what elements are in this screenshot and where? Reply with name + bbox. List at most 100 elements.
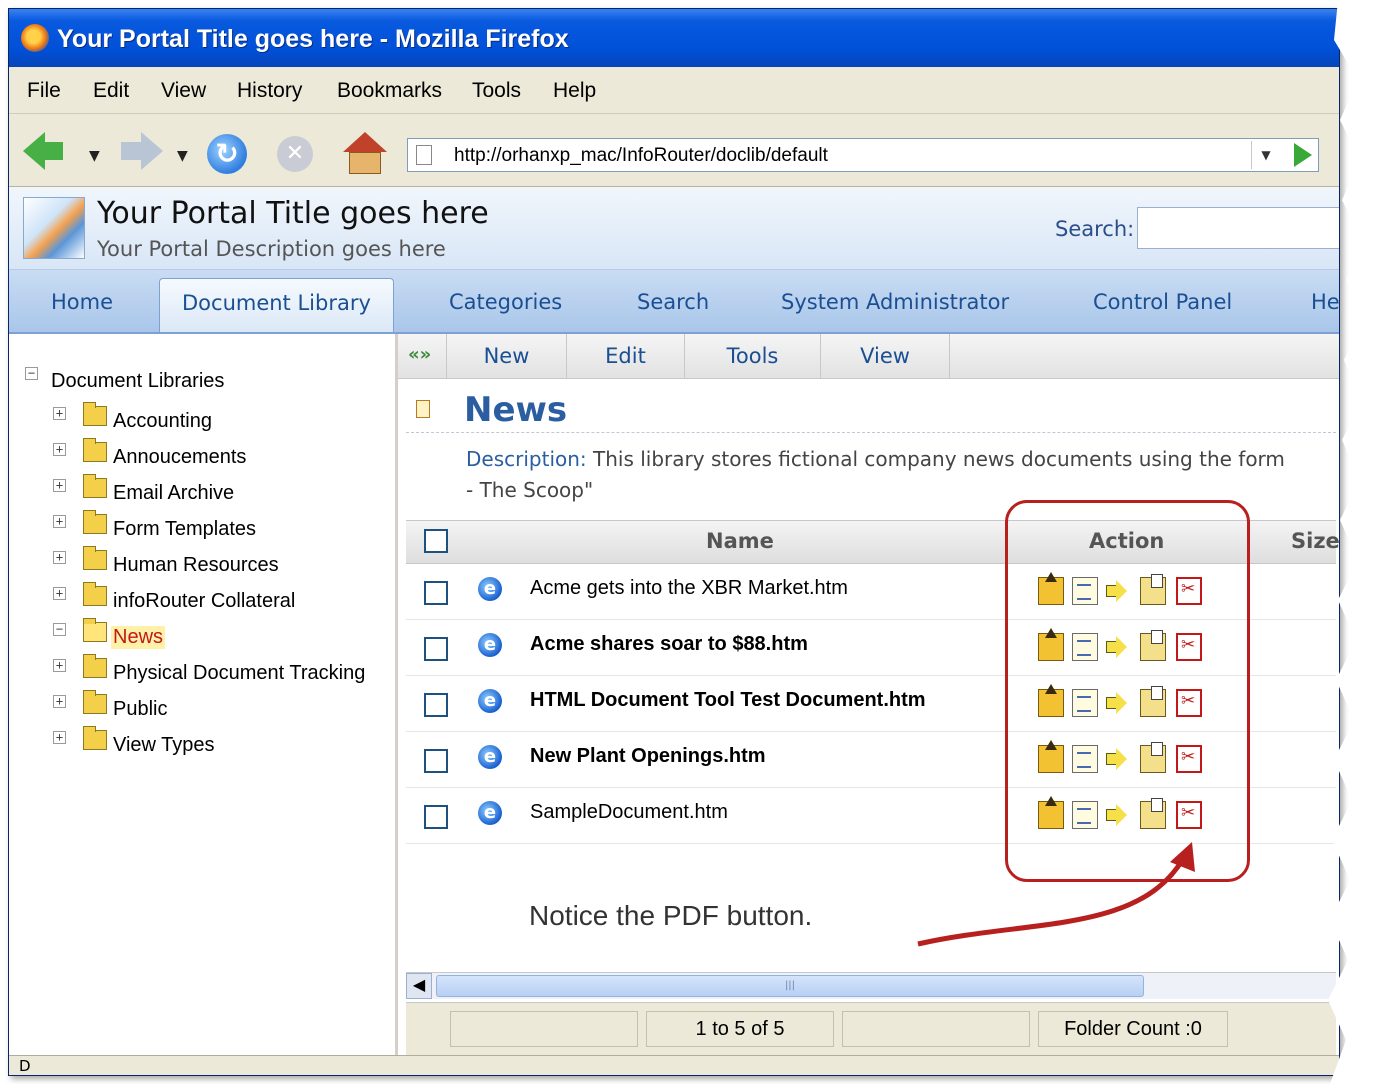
- navigation-toolbar: ▼ ▼ ↻ ✕ http://orhanxp_mac/InfoRouter/do…: [9, 114, 1339, 187]
- reload-icon[interactable]: ↻: [207, 134, 247, 174]
- status-text: D: [19, 1057, 31, 1075]
- annotation-note: Notice the PDF button.: [529, 900, 813, 931]
- go-icon[interactable]: [1294, 143, 1312, 167]
- menu-view[interactable]: View: [161, 79, 206, 103]
- file-name[interactable]: New Plant Openings.htm: [530, 745, 766, 768]
- tree-item-human-resources[interactable]: Human Resources: [113, 554, 279, 577]
- tab-home[interactable]: Home: [51, 290, 113, 314]
- browser-window: Your Portal Title goes here - Mozilla Fi…: [8, 8, 1340, 1076]
- expand-icon[interactable]: +: [53, 695, 66, 708]
- column-name[interactable]: Name: [706, 529, 774, 553]
- tree-item-view-types[interactable]: View Types: [113, 734, 215, 757]
- tree-item-form-templates[interactable]: Form Templates: [113, 518, 256, 541]
- folder-icon: [83, 402, 107, 426]
- tree-item-email-archive[interactable]: Email Archive: [113, 482, 234, 505]
- expand-icon[interactable]: +: [53, 515, 66, 528]
- status-bar: D: [9, 1055, 1339, 1075]
- back-dropdown-icon[interactable]: ▼: [89, 148, 100, 164]
- select-all-checkbox[interactable]: [424, 529, 448, 553]
- html-file-icon: e: [478, 577, 502, 601]
- folder-count: Folder Count :0: [1038, 1011, 1228, 1047]
- html-file-icon: e: [478, 745, 502, 769]
- collapse-root-icon[interactable]: −: [25, 367, 38, 380]
- expand-icon[interactable]: +: [53, 731, 66, 744]
- address-dropdown-icon[interactable]: ▼: [1251, 141, 1280, 169]
- portal-title: Your Portal Title goes here: [97, 196, 489, 231]
- tree-item-public[interactable]: Public: [113, 698, 167, 721]
- tab-document-library[interactable]: Document Library: [159, 278, 394, 332]
- menu-history[interactable]: History: [237, 79, 302, 103]
- menu-edit[interactable]: Edit: [93, 79, 129, 103]
- address-bar[interactable]: http://orhanxp_mac/InfoRouter/doclib/def…: [407, 138, 1319, 172]
- file-name[interactable]: HTML Document Tool Test Document.htm: [530, 689, 926, 712]
- horizontal-scrollbar[interactable]: ◀ |||: [406, 972, 1336, 999]
- row-checkbox[interactable]: [424, 805, 448, 829]
- file-name[interactable]: SampleDocument.htm: [530, 801, 728, 824]
- address-url: http://orhanxp_mac/InfoRouter/doclib/def…: [454, 145, 828, 166]
- main-tabs: Home Document Library Categories Search …: [9, 270, 1339, 334]
- tree-item-physical-document-tracking[interactable]: Physical Document Tracking: [113, 662, 365, 685]
- expand-icon[interactable]: +: [53, 407, 66, 420]
- expand-icon[interactable]: +: [53, 443, 66, 456]
- tree-item-news[interactable]: News: [111, 626, 166, 649]
- toolbar-edit[interactable]: Edit: [566, 334, 684, 378]
- description-label: Description:: [466, 447, 587, 471]
- tab-categories[interactable]: Categories: [449, 290, 562, 314]
- open-folder-icon: [83, 618, 107, 642]
- row-checkbox[interactable]: [424, 581, 448, 605]
- expand-icon[interactable]: +: [53, 587, 66, 600]
- home-icon[interactable]: [343, 132, 387, 174]
- tab-system-administrator[interactable]: System Administrator: [781, 290, 1009, 314]
- toolbar-tools[interactable]: Tools: [684, 334, 820, 378]
- tree-root-label[interactable]: Document Libraries: [51, 370, 224, 393]
- menu-bar: File Edit View History Bookmarks Tools H…: [9, 67, 1339, 114]
- menu-file[interactable]: File: [27, 79, 61, 103]
- folder-icon: [83, 690, 107, 714]
- toolbar-view[interactable]: View: [820, 334, 950, 378]
- tree-item-inforouter-collateral[interactable]: infoRouter Collateral: [113, 590, 295, 613]
- expand-icon[interactable]: +: [53, 659, 66, 672]
- folder-icon: [83, 582, 107, 606]
- html-file-icon: e: [478, 633, 502, 657]
- firefox-icon: [21, 24, 49, 52]
- folder-icon: [83, 510, 107, 534]
- expand-icon[interactable]: +: [53, 551, 66, 564]
- toolbar-new[interactable]: New: [446, 334, 566, 378]
- portal-header: Your Portal Title goes here Your Portal …: [9, 187, 1339, 270]
- folder-icon: [83, 474, 107, 498]
- file-name[interactable]: Acme shares soar to $88.htm: [530, 633, 808, 656]
- search-label: Search:: [1055, 217, 1135, 241]
- tab-search[interactable]: Search: [637, 290, 709, 314]
- forward-dropdown-icon[interactable]: ▼: [177, 148, 188, 164]
- search-input[interactable]: [1137, 207, 1339, 249]
- expand-icon[interactable]: +: [53, 479, 66, 492]
- tree-item-annoucements[interactable]: Annoucements: [113, 446, 246, 469]
- stop-icon[interactable]: ✕: [277, 136, 313, 172]
- torn-edge: [1328, 0, 1394, 1084]
- folder-icon: [83, 438, 107, 462]
- portal-logo: [23, 197, 85, 259]
- window-title: Your Portal Title goes here - Mozilla Fi…: [57, 25, 569, 53]
- row-checkbox[interactable]: [424, 749, 448, 773]
- library-description: Description: This library stores fiction…: [466, 444, 1336, 506]
- tab-control-panel[interactable]: Control Panel: [1093, 290, 1232, 314]
- pager-range: 1 to 5 of 5: [646, 1011, 834, 1047]
- tree-item-accounting[interactable]: Accounting: [113, 410, 212, 433]
- menu-tools[interactable]: Tools: [472, 79, 521, 103]
- menu-help[interactable]: Help: [553, 79, 596, 103]
- scroll-left-icon[interactable]: ◀: [406, 973, 432, 999]
- collapse-icon[interactable]: −: [53, 623, 66, 636]
- file-name[interactable]: Acme gets into the XBR Market.htm: [530, 577, 848, 600]
- scroll-thumb[interactable]: |||: [436, 975, 1144, 997]
- folder-icon: [83, 726, 107, 750]
- collapse-pane-icon[interactable]: «»: [408, 344, 431, 365]
- library-options-icon[interactable]: [416, 400, 430, 418]
- back-arrow-icon: [23, 132, 45, 170]
- row-checkbox[interactable]: [424, 637, 448, 661]
- description-text: This library stores fictional company ne…: [593, 447, 1285, 471]
- row-checkbox[interactable]: [424, 693, 448, 717]
- pager-blank: [450, 1011, 638, 1047]
- library-title: News: [464, 390, 568, 430]
- html-file-icon: e: [478, 689, 502, 713]
- menu-bookmarks[interactable]: Bookmarks: [337, 79, 442, 103]
